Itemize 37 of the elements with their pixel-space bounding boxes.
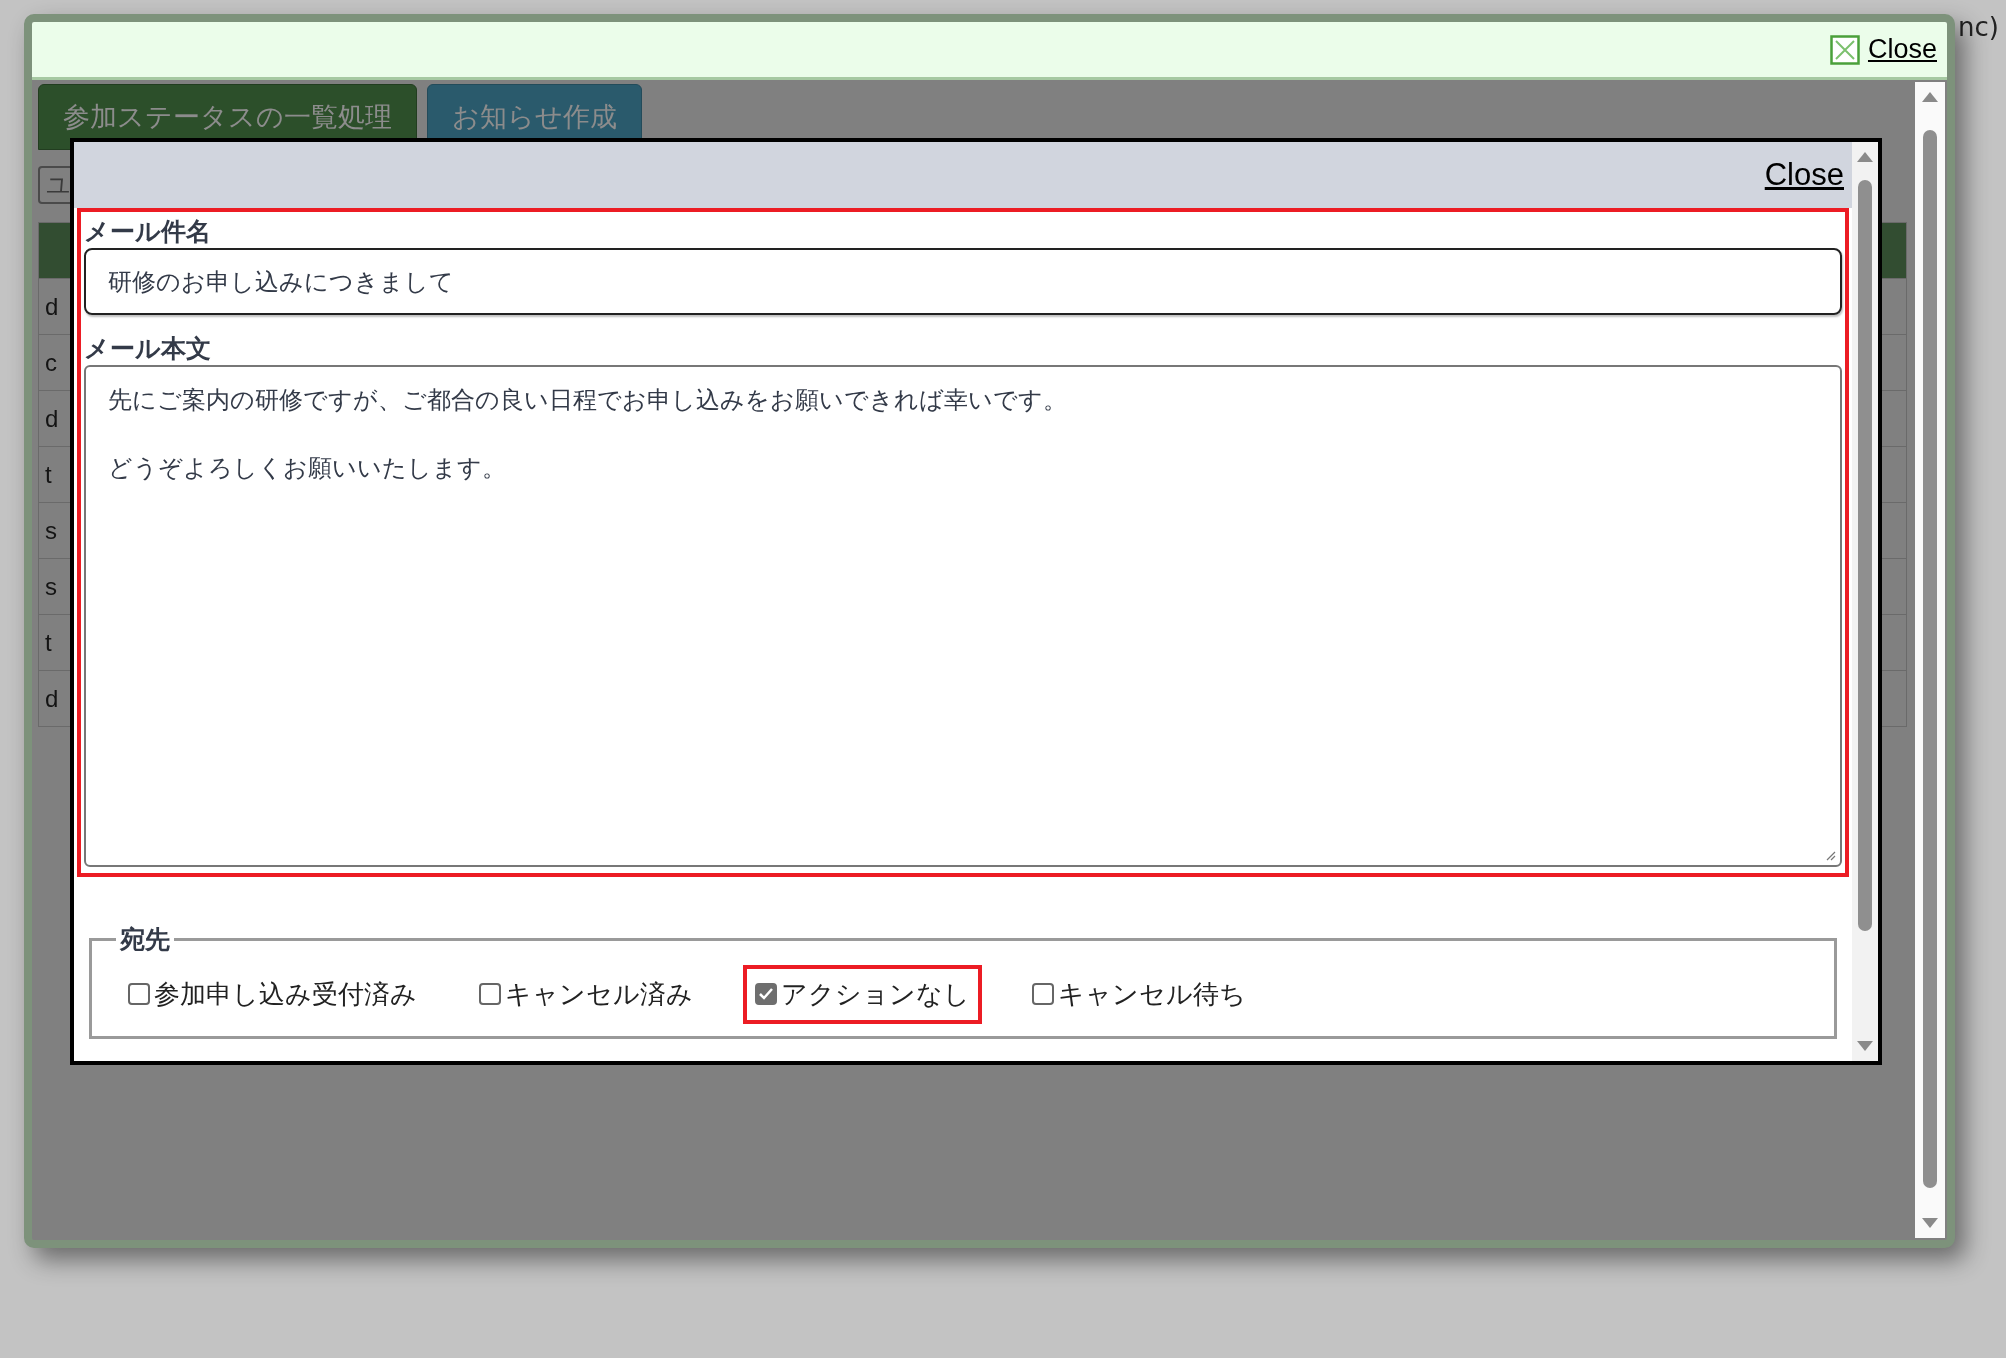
- table-cell-text: d: [45, 403, 59, 434]
- table-cell-text: t: [45, 627, 52, 658]
- page-text: nc): [1958, 11, 1999, 44]
- body-text: どうぞよろしくお願いいたします。: [108, 453, 506, 484]
- checkbox[interactable]: [479, 983, 501, 1005]
- resize-handle-icon[interactable]: [1824, 849, 1836, 861]
- checkbox-label[interactable]: アクションなし: [781, 974, 970, 1014]
- subject-field[interactable]: 研修のお申し込みにつきまして: [84, 248, 1842, 315]
- scroll-up-icon[interactable]: [1922, 92, 1938, 102]
- checkbox-label[interactable]: キャンセル待ち: [1058, 974, 1246, 1014]
- scrollbar-thumb[interactable]: [1923, 130, 1937, 1188]
- scrollbar[interactable]: [1915, 82, 1945, 1238]
- check-icon: [758, 986, 774, 1002]
- scroll-down-icon[interactable]: [1857, 1041, 1873, 1051]
- field-label: メール件名: [84, 216, 212, 248]
- field-label: メール本文: [84, 333, 212, 365]
- table-cell-text: d: [45, 291, 59, 322]
- checkbox[interactable]: [755, 983, 777, 1005]
- close-link[interactable]: Close: [1867, 29, 1937, 70]
- scroll-down-icon[interactable]: [1922, 1218, 1938, 1228]
- scrollbar-thumb[interactable]: [1858, 180, 1872, 931]
- table-cell-text: t: [45, 459, 52, 490]
- close-link[interactable]: Close: [1764, 151, 1844, 199]
- body-text: 先にご案内の研修ですが、ご都合の良い日程でお申し込みをお願いできれば幸いです。: [108, 385, 1067, 416]
- checkbox-label[interactable]: 参加申し込み受付済み: [154, 974, 417, 1014]
- checkbox-label[interactable]: キャンセル済み: [505, 974, 693, 1014]
- table-cell-text: d: [45, 683, 59, 714]
- group-legend: 宛先: [116, 921, 174, 959]
- table-cell-text: s: [45, 515, 57, 546]
- scrollbar[interactable]: [1852, 142, 1878, 1061]
- checkbox[interactable]: [128, 983, 150, 1005]
- table-cell-text: c: [45, 347, 57, 378]
- body-field[interactable]: 先にご案内の研修ですが、ご都合の良い日程でお申し込みをお願いできれば幸いです。 どうぞよろしくお願いいたします。: [84, 365, 1842, 867]
- table-cell-text: s: [45, 571, 57, 602]
- close-icon[interactable]: [1829, 34, 1860, 65]
- scroll-up-icon[interactable]: [1857, 152, 1873, 162]
- checkbox[interactable]: [1032, 983, 1054, 1005]
